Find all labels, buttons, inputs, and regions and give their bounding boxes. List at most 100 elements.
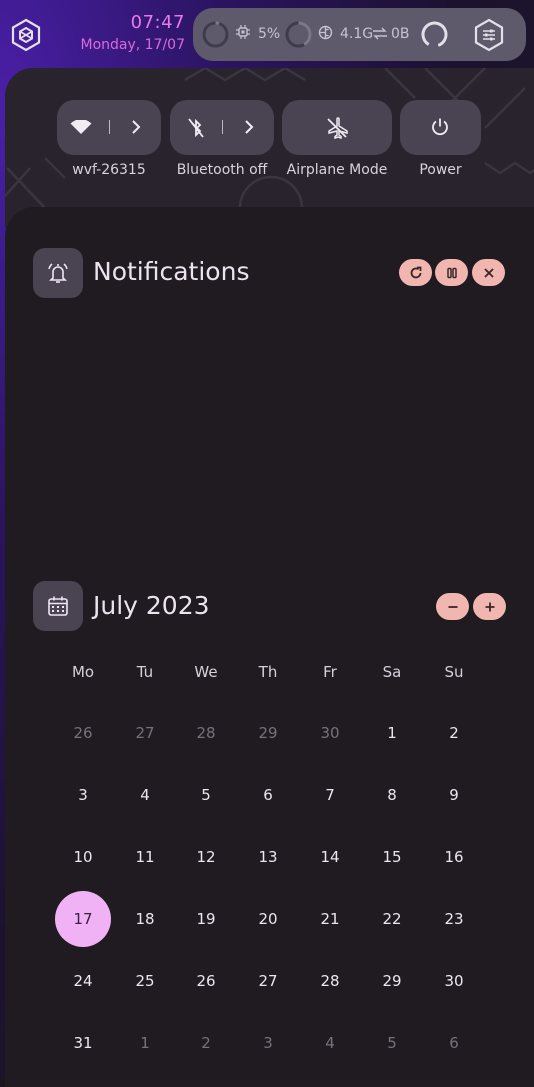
hexagon-menu-icon: [9, 18, 43, 52]
bluetooth-tile[interactable]: [170, 100, 274, 155]
calendar-day[interactable]: 21: [302, 891, 358, 947]
calendar-day[interactable]: 26: [55, 705, 111, 761]
notifications-icon-badge: [33, 248, 83, 298]
chevron-right-icon[interactable]: [244, 119, 254, 135]
notification-calendar-card: Notifications July 2023: [5, 207, 534, 1087]
weekday-header: Tu: [117, 663, 173, 681]
cpu-usage-text: 5%: [258, 26, 280, 42]
calendar-day[interactable]: 5: [364, 1015, 420, 1071]
calendar-icon: [46, 594, 70, 618]
memory-icon: [318, 25, 333, 40]
settings-sliders-icon: [472, 18, 506, 52]
top-bar: 07:47 Monday, 17/07 5% 4.1G 0B: [0, 0, 534, 68]
calendar-day[interactable]: 2: [426, 705, 482, 761]
calendar-day[interactable]: 2: [178, 1015, 234, 1071]
calendar-day[interactable]: 20: [240, 891, 296, 947]
airplane-mode-tile[interactable]: [282, 100, 392, 155]
calendar-day[interactable]: 4: [302, 1015, 358, 1071]
clear-notifications-button[interactable]: [472, 259, 505, 286]
network-usage-ring: [420, 20, 449, 49]
bluetooth-off-icon: [188, 118, 204, 138]
memory-usage-text: 4.1G: [340, 26, 373, 42]
calendar-day[interactable]: 3: [55, 767, 111, 823]
calendar-month-title: July 2023: [93, 591, 210, 620]
calendar-day[interactable]: 24: [55, 953, 111, 1009]
calendar-day[interactable]: 4: [117, 767, 173, 823]
system-stats-bar: 5% 4.1G 0B: [193, 8, 526, 61]
calendar-day[interactable]: 18: [117, 891, 173, 947]
bluetooth-tile-label: Bluetooth off: [168, 162, 276, 178]
transfer-icon: [371, 27, 389, 40]
weekday-header: Th: [240, 663, 296, 681]
calendar-day[interactable]: 12: [178, 829, 234, 885]
calendar-day[interactable]: 28: [178, 705, 234, 761]
calendar-day[interactable]: 19: [178, 891, 234, 947]
calendar-day[interactable]: 9: [426, 767, 482, 823]
calendar-day[interactable]: 29: [364, 953, 420, 1009]
calendar-day[interactable]: 11: [117, 829, 173, 885]
wifi-tile-label: wvf-26315: [57, 162, 161, 178]
close-icon: [483, 267, 495, 279]
power-icon: [430, 117, 450, 137]
calendar-day[interactable]: 30: [426, 953, 482, 1009]
next-month-button[interactable]: [473, 593, 506, 620]
calendar-day[interactable]: 22: [364, 891, 420, 947]
calendar-day[interactable]: 6: [240, 767, 296, 823]
calendar-day[interactable]: 13: [240, 829, 296, 885]
clock-time: 07:47: [60, 12, 185, 34]
cpu-usage-ring: [201, 20, 230, 49]
calendar-day[interactable]: 30: [302, 705, 358, 761]
calendar-day[interactable]: 29: [240, 705, 296, 761]
calendar-day[interactable]: 7: [302, 767, 358, 823]
bell-ringing-icon: [45, 260, 71, 286]
power-tile[interactable]: [400, 100, 481, 155]
weekday-header: Mo: [55, 663, 111, 681]
refresh-icon: [409, 266, 423, 280]
calendar-day[interactable]: 15: [364, 829, 420, 885]
refresh-notifications-button[interactable]: [399, 259, 432, 286]
calendar-day[interactable]: 27: [240, 953, 296, 1009]
notifications-title: Notifications: [93, 257, 249, 286]
quick-settings-toggle-button[interactable]: [472, 18, 506, 52]
weekday-header: Su: [426, 663, 482, 681]
calendar-day[interactable]: 14: [302, 829, 358, 885]
calendar-day[interactable]: 28: [302, 953, 358, 1009]
weekday-header: We: [178, 663, 234, 681]
calendar-day[interactable]: 3: [240, 1015, 296, 1071]
minus-icon: [447, 601, 459, 613]
weekday-header: Sa: [364, 663, 420, 681]
wifi-icon: [70, 120, 92, 135]
calendar-day-today[interactable]: 17: [55, 891, 111, 947]
calendar-day[interactable]: 1: [117, 1015, 173, 1071]
calendar-day[interactable]: 10: [55, 829, 111, 885]
calendar-day[interactable]: 16: [426, 829, 482, 885]
calendar-day[interactable]: 8: [364, 767, 420, 823]
calendar-icon-badge: [33, 581, 83, 631]
calendar-day[interactable]: 25: [117, 953, 173, 1009]
tile-separator: [222, 120, 223, 134]
previous-month-button[interactable]: [436, 593, 469, 620]
plus-icon: [484, 601, 496, 613]
calendar-day[interactable]: 31: [55, 1015, 111, 1071]
pause-icon: [445, 266, 459, 280]
calendar-day[interactable]: 6: [426, 1015, 482, 1071]
pause-notifications-button[interactable]: [435, 259, 468, 286]
chevron-right-icon[interactable]: [131, 119, 141, 135]
calendar-day[interactable]: 23: [426, 891, 482, 947]
clock-date: Monday, 17/07: [60, 34, 185, 56]
network-usage-text: 0B: [391, 26, 410, 42]
memory-usage-ring: [284, 20, 313, 49]
tile-separator: [109, 120, 110, 134]
power-tile-label: Power: [400, 162, 481, 178]
clock[interactable]: 07:47 Monday, 17/07: [60, 12, 185, 56]
cpu-icon: [236, 25, 250, 39]
calendar-day[interactable]: 27: [117, 705, 173, 761]
calendar-day[interactable]: 1: [364, 705, 420, 761]
calendar-day[interactable]: 5: [178, 767, 234, 823]
quick-settings-panel: wvf-26315 Bluetooth off Airplane Mode Po…: [5, 68, 534, 228]
airplane-mode-tile-label: Airplane Mode: [277, 162, 397, 178]
calendar-day[interactable]: 26: [178, 953, 234, 1009]
wifi-tile[interactable]: [57, 100, 161, 155]
launcher-button[interactable]: [9, 18, 43, 52]
weekday-header: Fr: [302, 663, 358, 681]
